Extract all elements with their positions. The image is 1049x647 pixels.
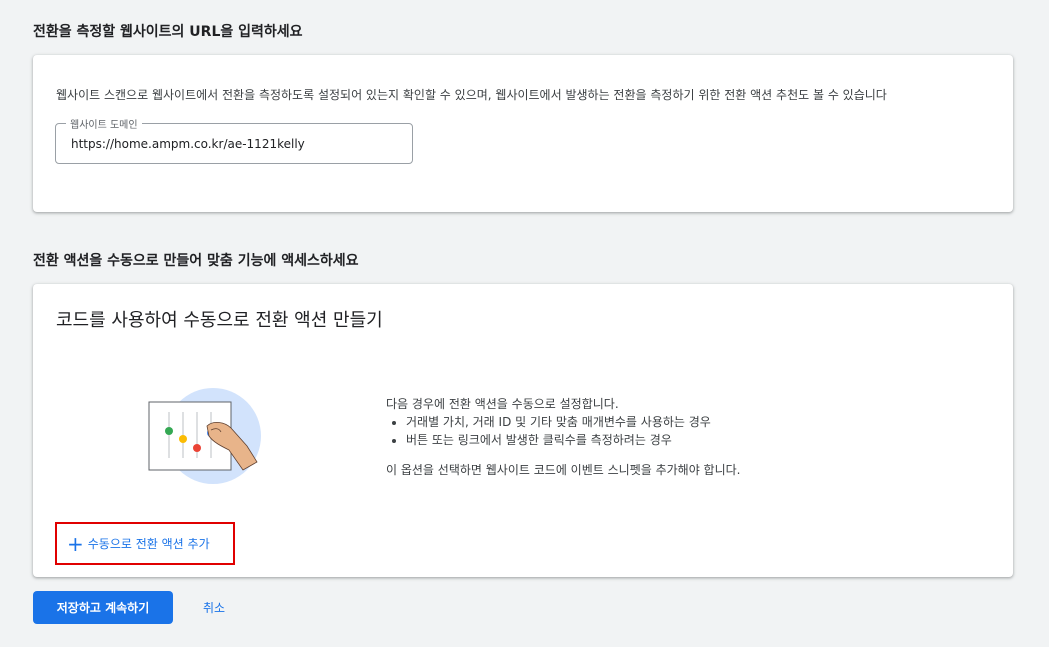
- manual-setup-illustration: [148, 388, 261, 484]
- section-title-url: 전환을 측정할 웹사이트의 URL을 입력하세요: [33, 24, 303, 40]
- section-title-manual: 전환 액션을 수동으로 만들어 맞춤 기능에 액세스하세요: [33, 253, 359, 269]
- url-description: 웹사이트 스캔으로 웹사이트에서 전환을 측정하도록 설정되어 있는지 확인할 …: [56, 88, 887, 102]
- manual-card-heading: 코드를 사용하여 수동으로 전환 액션 만들기: [56, 310, 383, 331]
- manual-info-intro: 다음 경우에 전환 액션을 수동으로 설정합니다.: [386, 397, 619, 411]
- website-domain-input[interactable]: https://home.ampm.co.kr/ae-1121kelly: [71, 137, 305, 151]
- save-continue-button[interactable]: 저장하고 계속하기: [33, 591, 173, 624]
- plus-icon: +: [67, 531, 84, 556]
- manual-info: 다음 경우에 전환 액션을 수동으로 설정합니다. 거래별 가치, 거래 ID …: [386, 395, 741, 479]
- manual-card: 코드를 사용하여 수동으로 전환 액션 만들기 다음 경우에 전환 액션을 수동…: [33, 284, 1013, 577]
- manual-info-item: 버튼 또는 링크에서 발생한 클릭수를 측정하려는 경우: [406, 431, 741, 449]
- url-card: 웹사이트 스캔으로 웹사이트에서 전환을 측정하도록 설정되어 있는지 확인할 …: [33, 55, 1013, 212]
- manual-info-item: 거래별 가치, 거래 ID 및 기타 맞춤 매개변수를 사용하는 경우: [406, 413, 741, 431]
- add-manual-conversion-button[interactable]: + 수동으로 전환 액션 추가: [55, 522, 235, 565]
- add-manual-conversion-label: 수동으로 전환 액션 추가: [87, 537, 210, 551]
- manual-info-list: 거래별 가치, 거래 ID 및 기타 맞춤 매개변수를 사용하는 경우 버튼 또…: [386, 413, 741, 449]
- website-domain-label: 웹사이트 도메인: [66, 116, 142, 131]
- website-domain-field[interactable]: 웹사이트 도메인 https://home.ampm.co.kr/ae-1121…: [55, 116, 413, 164]
- manual-info-note: 이 옵션을 선택하면 웹사이트 코드에 이벤트 스니펫을 추가해야 합니다.: [386, 463, 741, 477]
- cancel-button[interactable]: 취소: [190, 591, 238, 624]
